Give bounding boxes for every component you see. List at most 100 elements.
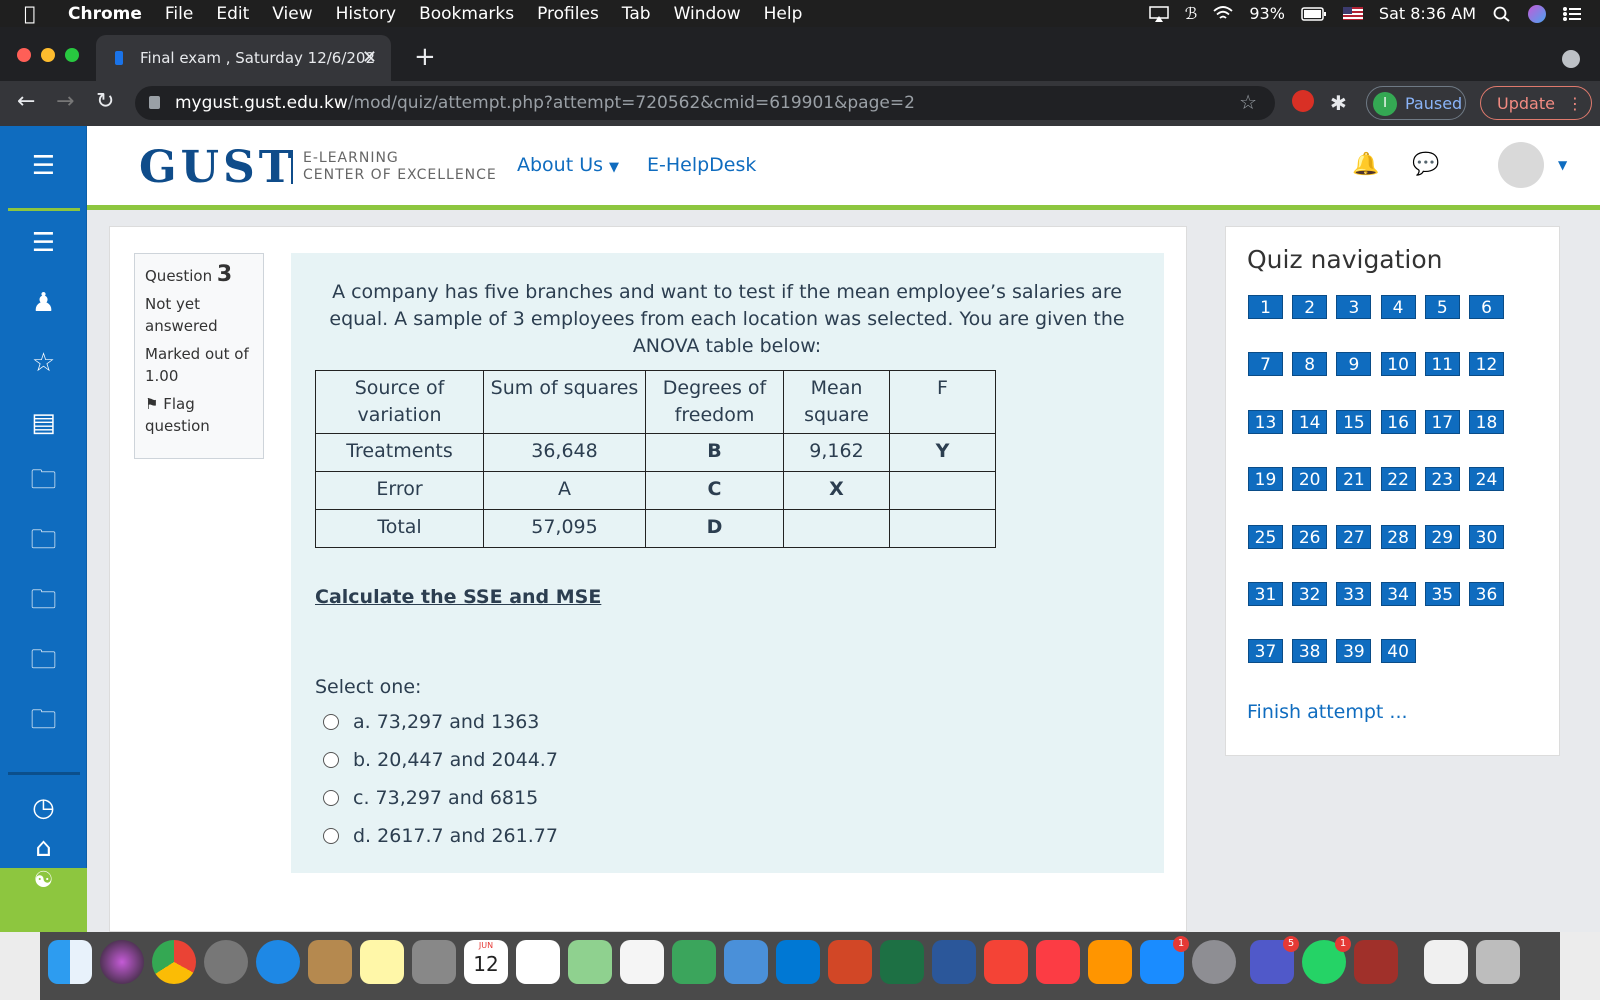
folder-icon-2[interactable]: 🗀 xyxy=(0,523,87,563)
tab-search-button[interactable] xyxy=(1562,50,1580,68)
quiz-nav-button-18[interactable]: 18 xyxy=(1469,409,1504,434)
accessibility-icon[interactable]: ☯ xyxy=(0,860,87,900)
outlook-icon[interactable] xyxy=(776,940,820,984)
nav-about-us[interactable]: About Us ▼ xyxy=(517,154,619,176)
chrome-dock-icon[interactable] xyxy=(152,940,196,984)
radio-button[interactable] xyxy=(323,751,339,768)
folder-icon-4[interactable]: 🗀 xyxy=(0,643,87,683)
answer-option-a[interactable]: a. 73,297 and 1363 xyxy=(315,707,1140,736)
quiz-nav-button-1[interactable]: 1 xyxy=(1248,295,1283,319)
menu-file[interactable]: File xyxy=(165,4,193,24)
answer-option-b[interactable]: b. 20,447 and 2044.7 xyxy=(315,745,1140,774)
quiz-nav-button-22[interactable]: 22 xyxy=(1380,467,1416,492)
app-store-icon[interactable]: 1 xyxy=(1140,936,1189,984)
quiz-nav-button-6[interactable]: 6 xyxy=(1469,295,1504,319)
quiz-nav-button-9[interactable]: 9 xyxy=(1336,352,1372,377)
hamburger-menu-icon[interactable]: ☰ xyxy=(0,146,87,186)
teams-icon[interactable]: 5 xyxy=(1250,936,1299,984)
finish-attempt-link[interactable]: Finish attempt ... xyxy=(1247,701,1408,723)
powerpoint-icon[interactable] xyxy=(828,940,872,984)
extension-hand-icon[interactable] xyxy=(1292,90,1314,112)
kebab-menu-icon[interactable]: ⋮ xyxy=(1567,94,1583,113)
zoom-window-button[interactable] xyxy=(65,48,79,62)
books-icon[interactable] xyxy=(1088,940,1132,984)
calendar-icon[interactable]: JUN 12 xyxy=(464,940,508,984)
grades-book-icon[interactable]: ▤ xyxy=(0,403,87,443)
quiz-nav-button-5[interactable]: 5 xyxy=(1424,295,1460,319)
minimize-window-button[interactable] xyxy=(41,48,55,62)
quiz-nav-button-16[interactable]: 16 xyxy=(1380,409,1416,434)
forward-button[interactable]: → xyxy=(56,89,74,114)
maps-icon[interactable] xyxy=(568,940,612,984)
nav-helpdesk[interactable]: E-HelpDesk xyxy=(647,154,756,176)
menu-app-chrome[interactable]: Chrome xyxy=(68,4,142,24)
new-tab-button[interactable]: + xyxy=(414,42,436,72)
menu-history[interactable]: History xyxy=(336,4,396,24)
user-menu-chevron-icon[interactable]: ▼ xyxy=(1558,158,1567,172)
wifi-icon[interactable] xyxy=(1213,5,1233,22)
quiz-nav-button-19[interactable]: 19 xyxy=(1248,467,1283,492)
badges-star-icon[interactable]: ☆ xyxy=(0,343,87,383)
quiz-nav-button-32[interactable]: 32 xyxy=(1292,582,1328,606)
menu-profiles[interactable]: Profiles xyxy=(537,4,599,24)
quiz-nav-button-21[interactable]: 21 xyxy=(1336,467,1372,492)
quiz-nav-button-36[interactable]: 36 xyxy=(1469,582,1504,606)
menu-window[interactable]: Window xyxy=(674,4,741,24)
quiz-nav-button-17[interactable]: 17 xyxy=(1424,409,1460,434)
menubar-clock[interactable]: Sat 8:36 AM xyxy=(1379,4,1476,23)
whatsapp-icon[interactable]: 1 xyxy=(1302,936,1351,984)
answer-option-d[interactable]: d. 2617.7 and 261.77 xyxy=(315,821,1140,850)
menu-tab[interactable]: Tab xyxy=(622,4,651,24)
siri-icon[interactable] xyxy=(1528,4,1546,23)
reminders-icon[interactable] xyxy=(516,940,560,984)
launchpad-icon[interactable] xyxy=(204,940,248,984)
browser-tab-active[interactable]: Final exam , Saturday 12/6/202 ✕ xyxy=(96,35,391,81)
bluetooth-icon[interactable]: ℬ xyxy=(1185,4,1198,23)
folder-icon-3[interactable]: 🗀 xyxy=(0,583,87,623)
keynote-icon[interactable] xyxy=(724,940,768,984)
update-chrome-button[interactable]: Update ⋮ xyxy=(1480,86,1592,120)
calculator-icon[interactable] xyxy=(412,940,456,984)
option-label[interactable]: d. 2617.7 and 261.77 xyxy=(353,825,558,847)
apple-icon[interactable]:  xyxy=(24,3,46,25)
quiz-nav-button-14[interactable]: 14 xyxy=(1292,409,1328,434)
extensions-puzzle-icon[interactable]: ✱ xyxy=(1330,91,1347,115)
textedit-icon[interactable] xyxy=(620,940,664,984)
participants-icon[interactable]: ♟ xyxy=(0,283,87,323)
quiz-nav-button-29[interactable]: 29 xyxy=(1424,524,1460,549)
quiz-nav-button-10[interactable]: 10 xyxy=(1380,352,1416,377)
menu-view[interactable]: View xyxy=(272,4,312,24)
photo-booth-icon[interactable] xyxy=(1354,940,1398,984)
safari-icon[interactable] xyxy=(256,940,300,984)
quiz-nav-button-24[interactable]: 24 xyxy=(1469,467,1504,492)
quiz-nav-button-8[interactable]: 8 xyxy=(1292,352,1328,377)
flag-question-button[interactable]: ⚑ Flag question xyxy=(145,393,253,437)
excel-icon[interactable] xyxy=(880,940,924,984)
bookmark-star-icon[interactable]: ☆ xyxy=(1239,90,1257,114)
quiz-nav-button-25[interactable]: 25 xyxy=(1248,524,1283,549)
quiz-nav-button-40[interactable]: 40 xyxy=(1380,639,1416,664)
messages-bubble-icon[interactable]: 💬 xyxy=(1412,152,1439,177)
quiz-nav-button-23[interactable]: 23 xyxy=(1424,467,1460,492)
numbers-icon[interactable] xyxy=(672,940,716,984)
spotlight-search-icon[interactable] xyxy=(1492,6,1512,22)
close-window-button[interactable] xyxy=(17,48,31,62)
quiz-nav-button-31[interactable]: 31 xyxy=(1248,582,1283,606)
dashboard-gauge-icon[interactable]: ◷ xyxy=(0,788,87,828)
gust-logo[interactable]: GUST xyxy=(139,142,295,193)
folder-icon-5[interactable]: 🗀 xyxy=(0,703,87,743)
siri-dock-icon[interactable] xyxy=(100,940,144,984)
recent-document-icon[interactable] xyxy=(1424,940,1468,984)
quiz-nav-button-34[interactable]: 34 xyxy=(1380,582,1416,606)
quiz-nav-button-11[interactable]: 11 xyxy=(1424,352,1460,377)
quiz-nav-button-15[interactable]: 15 xyxy=(1336,409,1372,434)
quiz-nav-button-38[interactable]: 38 xyxy=(1292,639,1328,664)
quiz-nav-button-33[interactable]: 33 xyxy=(1336,582,1372,606)
battery-icon[interactable] xyxy=(1301,6,1327,22)
menu-help[interactable]: Help xyxy=(764,4,803,24)
quiz-nav-button-30[interactable]: 30 xyxy=(1469,524,1504,549)
quiz-nav-button-28[interactable]: 28 xyxy=(1380,524,1416,549)
menu-bookmarks[interactable]: Bookmarks xyxy=(419,4,514,24)
radio-button[interactable] xyxy=(323,789,339,806)
quiz-nav-button-27[interactable]: 27 xyxy=(1336,524,1372,549)
